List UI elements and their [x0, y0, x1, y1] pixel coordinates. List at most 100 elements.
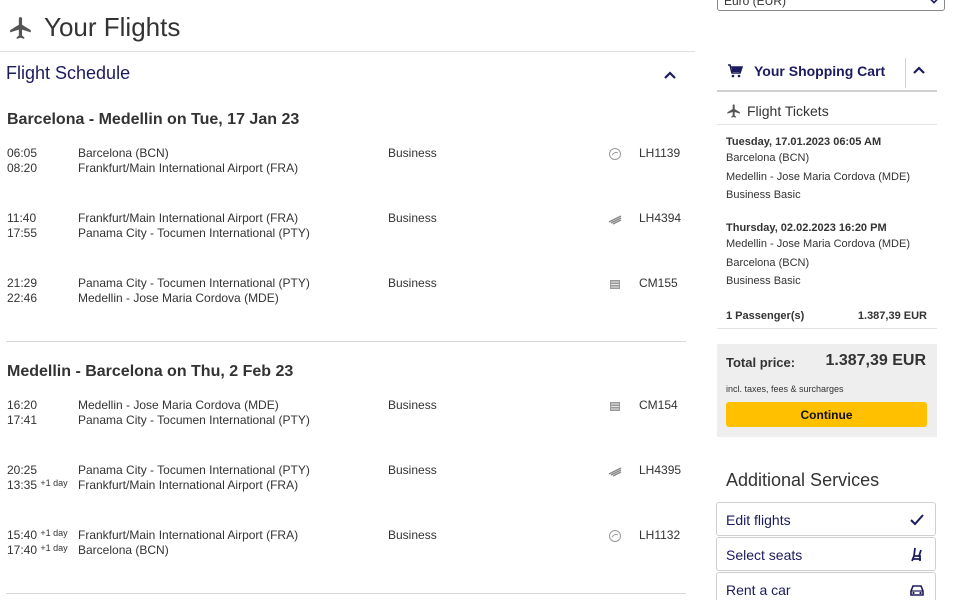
service-label: Edit flights [726, 512, 791, 528]
flight-schedule-title: Flight Schedule [6, 63, 131, 83]
arrival-airport: Panama City - Tocumen International (PTY… [78, 413, 310, 427]
departure-airport: Panama City - Tocumen International (PTY… [78, 463, 310, 477]
passenger-count: 1 Passenger(s) [726, 310, 805, 322]
flight-segment: 15:40 +1 day 17:40 +1 day Frankfurt/Main… [0, 528, 690, 560]
journey-title: Barcelona - Medellin on Tue, 17 Jan 23 [7, 111, 300, 128]
departure-airport: Frankfurt/Main International Airport (FR… [78, 211, 299, 225]
journey-title: Medellin - Barcelona on Thu, 2 Feb 23 [7, 363, 294, 380]
header-divider [0, 51, 695, 52]
arrival-time: 13:35 [7, 478, 38, 492]
departure-time: 16:20 [7, 398, 38, 412]
passenger-divider [717, 328, 937, 329]
currency-select[interactable]: Euro (EUR) [717, 0, 945, 11]
cart-trip: Tuesday, 17.01.2023 06:05 AM Barcelona (… [726, 135, 910, 205]
departure-airport: Frankfurt/Main International Airport (FR… [78, 528, 299, 542]
departure-time: 15:40 [7, 528, 38, 542]
check-icon [909, 512, 925, 528]
passenger-summary: 1 Passenger(s) 1.387,39 EUR [726, 310, 927, 322]
trip-fare: Business Basic [726, 189, 801, 201]
departure-time: 21:29 [7, 276, 38, 290]
service-label: Select seats [726, 547, 803, 563]
arrival-airport: Barcelona (BCN) [78, 543, 169, 557]
arrival-time-group: 17:40 +1 day [7, 543, 68, 558]
arrival-time: 17:40 [7, 543, 38, 557]
airplane-icon [727, 104, 740, 118]
arrival-airport: Frankfurt/Main International Airport (FR… [78, 478, 299, 492]
cabin-class: Business [388, 528, 437, 542]
flight-number: LH1132 [639, 528, 681, 542]
trip-from: Barcelona (BCN) [726, 152, 810, 164]
car-icon [909, 582, 925, 598]
arrival-time: 08:20 [7, 161, 38, 175]
journey-divider [6, 593, 686, 594]
chevron-up-icon [664, 71, 676, 79]
flight-segment: 20:25 13:35 +1 day Panama City - Tocumen… [0, 463, 690, 495]
chevron-down-icon [930, 0, 938, 4]
flight-number: LH4394 [639, 211, 682, 225]
tickets-divider [717, 124, 937, 125]
arrival-time: 17:41 [7, 413, 38, 427]
flight-segment: 16:20 17:41 Medellin - Jose Maria Cordov… [0, 398, 690, 430]
cabin-class: Business [388, 146, 437, 160]
next-day-indicator: +1 day [40, 543, 68, 553]
flight-number: LH1139 [639, 146, 681, 160]
departure-airport: Barcelona (BCN) [78, 146, 169, 160]
departure-time: 20:25 [7, 463, 38, 477]
page-title: Your Flights [44, 12, 181, 42]
departure-time: 06:05 [7, 146, 38, 160]
lufthansa-crane-icon [609, 148, 621, 160]
edit-flights-button[interactable]: Edit flights [716, 502, 936, 536]
collapse-schedule-button[interactable] [660, 66, 680, 86]
trip-datetime: Thursday, 02.02.2023 16:20 PM [726, 222, 887, 234]
next-day-indicator: +1 day [40, 528, 68, 538]
shopping-cart-icon [728, 64, 743, 78]
select-seats-button[interactable]: Select seats [716, 537, 936, 571]
flight-segment: 21:29 22:46 Panama City - Tocumen Intern… [0, 276, 690, 308]
chevron-up-icon [913, 66, 925, 74]
flight-number: LH4395 [639, 463, 682, 477]
cart-trip: Thursday, 02.02.2023 16:20 PM Medellin -… [726, 221, 910, 291]
cabin-class: Business [388, 276, 437, 290]
trip-datetime: Tuesday, 17.01.2023 06:05 AM [726, 136, 882, 148]
rent-a-car-button[interactable]: Rent a car [716, 572, 936, 600]
airplane-icon [10, 16, 31, 39]
trip-to: Barcelona (BCN) [726, 256, 810, 269]
currency-select-value: Euro (EUR) [724, 0, 787, 8]
seat-icon [909, 547, 925, 563]
partner-airline-icon [608, 467, 622, 477]
flight-segment: 11:40 17:55 Frankfurt/Main International… [0, 211, 690, 243]
total-price-amount: 1.387,39 EUR [825, 352, 926, 369]
flight-segment: 06:05 08:20 Barcelona (BCN) Frankfurt/Ma… [0, 146, 690, 178]
arrival-airport: Panama City - Tocumen International (PTY… [78, 226, 310, 240]
departure-time-group: 15:40 +1 day [7, 528, 68, 543]
flight-number: CM154 [639, 398, 678, 412]
total-price-note: incl. taxes, fees & surcharges [726, 384, 844, 394]
cabin-class: Business [388, 463, 437, 477]
departure-airport: Medellin - Jose Maria Cordova (MDE) [78, 398, 279, 412]
shopping-cart-title: Your Shopping Cart [754, 63, 886, 79]
cabin-class: Business [388, 398, 437, 412]
departure-time: 11:40 [7, 211, 37, 225]
flight-tickets-heading: Flight Tickets [726, 103, 829, 119]
total-price-label: Total price: [726, 355, 796, 370]
page-heading: Your Flights [8, 12, 180, 43]
journey-divider [6, 341, 686, 342]
trip-fare: Business Basic [726, 275, 801, 287]
arrival-airport: Medellin - Jose Maria Cordova (MDE) [78, 291, 279, 305]
cabin-class: Business [388, 211, 437, 225]
departure-airport: Panama City - Tocumen International (PTY… [78, 276, 310, 290]
arrival-time: 22:46 [7, 291, 38, 305]
header-separator [905, 58, 906, 88]
passenger-price: 1.387,39 EUR [857, 310, 927, 322]
lufthansa-crane-icon [609, 530, 621, 542]
copa-airline-icon [610, 402, 620, 411]
arrival-time-group: 13:35 +1 day [7, 478, 68, 493]
trip-to: Medellin - Jose Maria Cordova (MDE) [726, 170, 910, 183]
collapse-cart-button[interactable] [913, 64, 929, 80]
shopping-cart-header: Your Shopping Cart [717, 56, 937, 92]
service-label: Rent a car [726, 582, 791, 598]
trip-from: Medellin - Jose Maria Cordova (MDE) [726, 238, 910, 250]
continue-button[interactable]: Continue [726, 402, 927, 427]
total-price-panel: Total price: 1.387,39 EUR incl. taxes, f… [717, 344, 937, 437]
additional-services-title: Additional Services [726, 470, 880, 490]
